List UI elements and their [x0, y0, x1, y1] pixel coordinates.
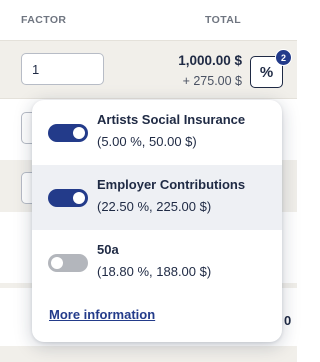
percent-icon: %	[259, 63, 274, 81]
toggle-knob	[73, 192, 85, 204]
surcharge-option-title: 50a	[97, 242, 119, 257]
table-row: 1,000.00 $ + 275.00 $ % 2	[0, 40, 297, 98]
toggle-knob	[51, 257, 63, 269]
surcharge-amount: + 275.00 $	[182, 74, 242, 88]
surcharge-toggle[interactable]	[48, 189, 88, 207]
surcharge-option[interactable]: Artists Social Insurance (5.00 %, 50.00 …	[32, 100, 282, 165]
factor-column-header: FACTOR	[21, 14, 67, 26]
factor-input[interactable]	[21, 53, 104, 85]
surcharge-option-title: Employer Contributions	[97, 177, 246, 192]
surcharge-option-detail: (18.80 %, 188.00 $)	[97, 264, 212, 279]
surcharge-option-detail: (22.50 %, 225.00 $)	[97, 199, 212, 214]
surcharge-popover: Artists Social Insurance (5.00 %, 50.00 …	[32, 100, 282, 342]
total-column-header: TOTAL	[205, 14, 242, 26]
toggle-knob	[73, 127, 85, 139]
surcharge-count-badge: 2	[275, 49, 292, 66]
surcharge-option-title: Artists Social Insurance	[97, 112, 246, 127]
truncated-value: 0	[284, 313, 292, 328]
section-band	[0, 346, 297, 362]
row-divider	[0, 98, 297, 99]
surcharge-toggle[interactable]	[48, 254, 88, 272]
surcharge-option[interactable]: 50a (18.80 %, 188.00 $)	[32, 230, 282, 295]
more-information-link[interactable]: More information	[49, 307, 155, 322]
table-header: FACTOR TOTAL	[0, 0, 297, 40]
surcharge-option[interactable]: Employer Contributions (22.50 %, 225.00 …	[32, 165, 282, 230]
total-amount: 1,000.00 $	[178, 53, 242, 68]
surcharge-toggle[interactable]	[48, 124, 88, 142]
surcharge-option-detail: (5.00 %, 50.00 $)	[97, 134, 197, 149]
